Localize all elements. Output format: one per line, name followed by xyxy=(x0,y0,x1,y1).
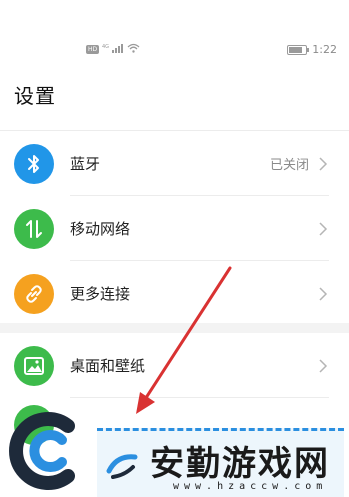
status-time: 1:22 xyxy=(312,43,337,56)
watermark-url: www.hzaccw.com xyxy=(173,481,328,492)
signal-icon: 4G xyxy=(102,43,124,56)
battery-level xyxy=(289,46,302,53)
link-icon xyxy=(26,284,42,303)
chevron-right-icon xyxy=(319,286,328,301)
bluetooth-icon xyxy=(28,154,39,173)
settings-group-connectivity: 蓝牙 已关闭 移动网络 更多连接 xyxy=(0,130,349,326)
wallpaper-icon xyxy=(24,356,44,375)
battery-icon xyxy=(287,44,310,55)
settings-item-label: 桌面和壁纸 xyxy=(70,357,146,375)
status-right: 1:22 xyxy=(287,43,337,56)
watermark-title: 安勤游戏网 xyxy=(150,444,330,484)
bluetooth-icon-badge xyxy=(14,143,54,184)
status-bar: HD 4G 1:22 xyxy=(0,40,349,60)
wifi-icon xyxy=(127,43,140,56)
link-icon-badge xyxy=(14,273,54,314)
settings-item-wallpaper[interactable]: 桌面和壁纸 xyxy=(0,333,349,398)
hd-badge: HD xyxy=(86,45,100,54)
chevron-right-icon xyxy=(319,156,328,171)
chevron-right-icon xyxy=(319,358,328,373)
group-separator xyxy=(0,323,349,333)
page-title: 设置 xyxy=(14,84,56,108)
status-left: HD 4G xyxy=(86,43,140,56)
watermark: 安勤游戏网 www.hzaccw.com xyxy=(0,398,349,497)
bluetooth-status-value: 已关闭 xyxy=(269,158,309,173)
wallpaper-icon-badge xyxy=(14,345,54,386)
watermark-logo-icon xyxy=(9,412,75,490)
settings-group-display: 桌面和壁纸 xyxy=(0,333,349,398)
watermark-small-logo-icon xyxy=(106,454,138,479)
settings-item-label: 更多连接 xyxy=(70,285,131,303)
settings-item-label: 移动网络 xyxy=(70,220,131,238)
settings-item-mobile-network[interactable]: 移动网络 xyxy=(0,196,349,261)
chevron-right-icon xyxy=(319,221,328,236)
mobile-network-icon xyxy=(26,219,42,238)
mobile-network-icon-badge xyxy=(14,208,54,249)
svg-text:4G: 4G xyxy=(102,44,109,50)
settings-item-bluetooth[interactable]: 蓝牙 已关闭 xyxy=(0,131,349,196)
settings-item-more-connections[interactable]: 更多连接 xyxy=(0,261,349,326)
settings-item-label: 蓝牙 xyxy=(70,155,101,173)
